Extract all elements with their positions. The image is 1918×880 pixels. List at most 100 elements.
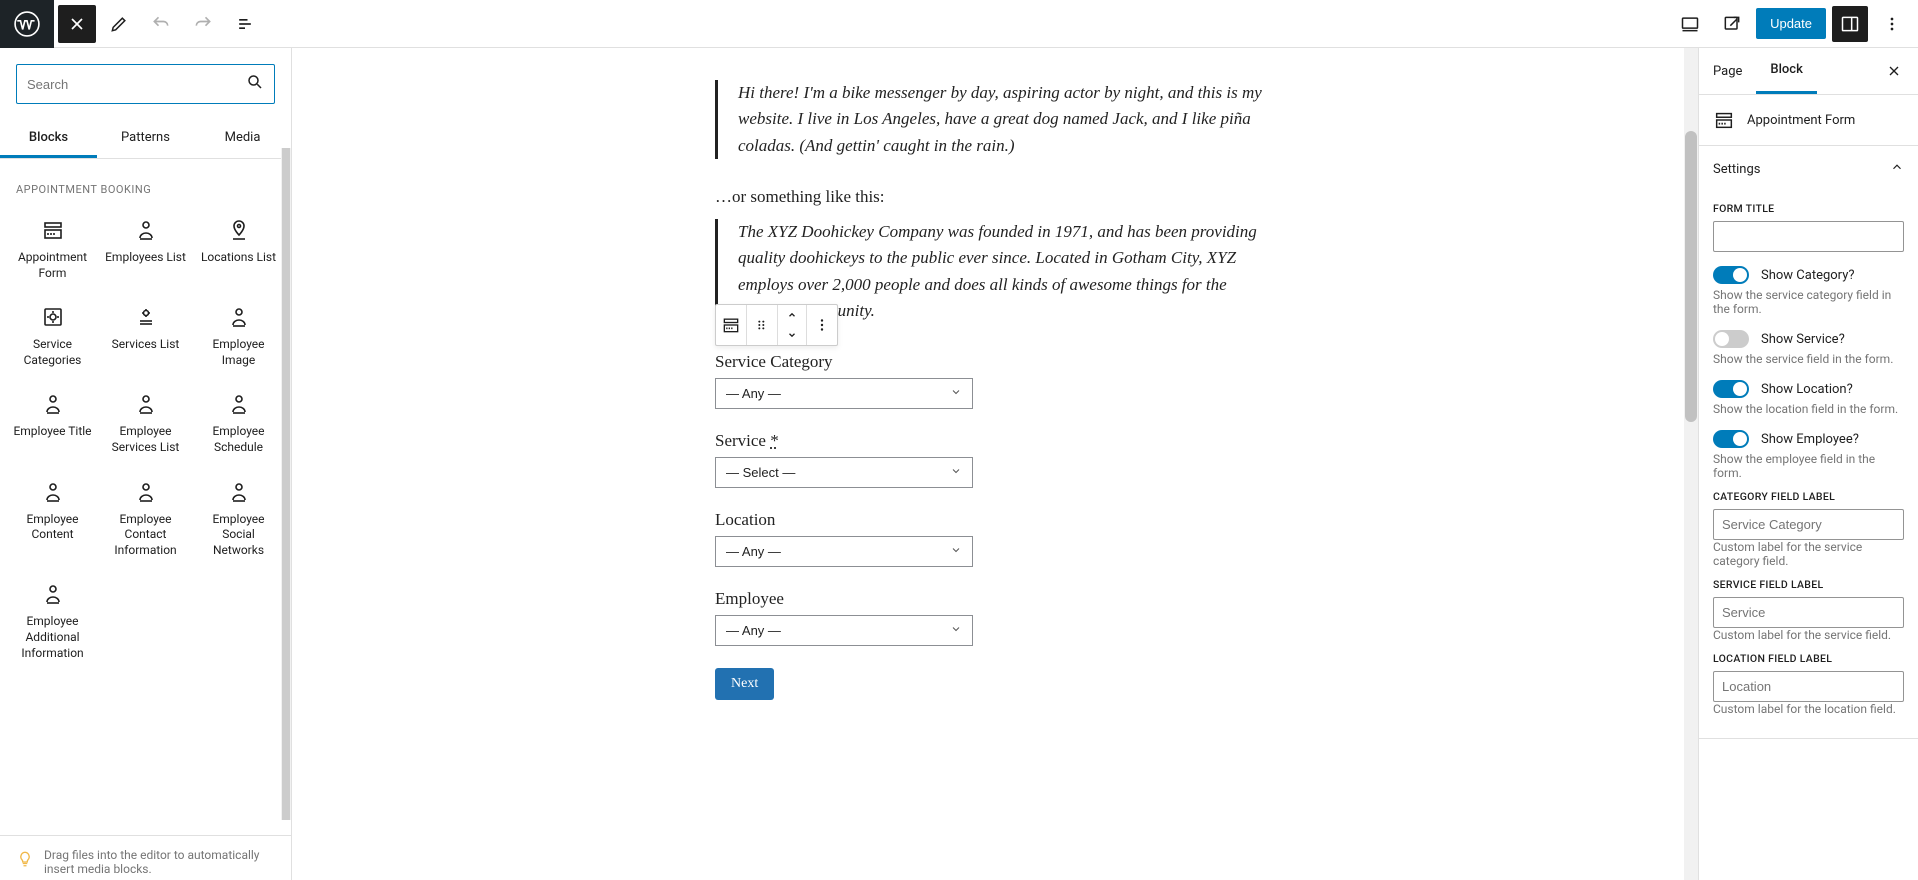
block-type-button[interactable]	[716, 305, 746, 345]
sidebar-tab-page[interactable]: Page	[1699, 50, 1756, 93]
category-field-label-help: Custom label for the service category fi…	[1713, 540, 1904, 568]
block-more-button[interactable]	[807, 305, 837, 345]
or-line[interactable]: …or something like this:	[715, 187, 1275, 207]
toggle-show-category-label: Show Category?	[1761, 268, 1855, 283]
toggle-show-employee[interactable]	[1713, 430, 1749, 448]
toggle-show-location[interactable]	[1713, 380, 1749, 398]
sidebar-close-button[interactable]	[1878, 55, 1910, 87]
block-item-service-categories[interactable]: Service Categories	[8, 295, 97, 378]
edit-mode-button[interactable]	[100, 5, 138, 43]
toggle-show-employee-help: Show the employee field in the form.	[1713, 452, 1904, 480]
chevron-up-icon	[1890, 160, 1904, 178]
form-title-label: FORM TITLE	[1713, 202, 1904, 215]
block-icon	[227, 480, 251, 504]
block-item-employee-services-list[interactable]: Employee Services List	[101, 382, 190, 465]
tab-media[interactable]: Media	[194, 120, 291, 158]
move-down-button[interactable]	[778, 325, 806, 345]
block-item-employees-list[interactable]: Employees List	[101, 208, 190, 291]
topbar: Update	[0, 0, 1918, 48]
canvas-scrollbar[interactable]	[1684, 48, 1698, 880]
label-location: Location	[715, 510, 1275, 530]
block-icon	[41, 480, 65, 504]
toggle-show-service-help: Show the service field in the form.	[1713, 352, 1904, 366]
toggle-show-employee-label: Show Employee?	[1761, 432, 1859, 447]
scroll-thumb[interactable]	[282, 156, 290, 812]
inserter-panel: Blocks Patterns Media APPOINTMENT BOOKIN…	[0, 48, 292, 880]
tab-blocks[interactable]: Blocks	[0, 120, 97, 158]
drag-handle-button[interactable]	[747, 305, 777, 345]
form-title-input[interactable]	[1713, 221, 1904, 252]
topbar-right: Update	[1672, 6, 1910, 42]
select-service[interactable]: — Select —	[715, 457, 973, 488]
service-field-label-heading: SERVICE FIELD LABEL	[1713, 578, 1904, 591]
quote-1[interactable]: Hi there! I'm a bike messenger by day, a…	[715, 80, 1275, 159]
move-up-button[interactable]	[778, 305, 806, 325]
block-item-label: Employee Services List	[105, 424, 186, 455]
block-item-employee-title[interactable]: Employee Title	[8, 382, 97, 465]
redo-button[interactable]	[184, 5, 222, 43]
block-item-employee-social-networks[interactable]: Employee Social Networks	[194, 470, 283, 569]
close-inserter-button[interactable]	[58, 5, 96, 43]
block-search-input[interactable]	[16, 64, 275, 104]
inserter-section-title: APPOINTMENT BOOKING	[0, 175, 291, 208]
update-button[interactable]: Update	[1756, 8, 1826, 39]
category-field-label-heading: CATEGORY FIELD LABEL	[1713, 490, 1904, 503]
block-item-label: Service Categories	[12, 337, 93, 368]
block-icon	[227, 305, 251, 329]
location-field-label-help: Custom label for the location field.	[1713, 702, 1904, 716]
block-item-services-list[interactable]: Services List	[101, 295, 190, 378]
more-options-button[interactable]	[1874, 6, 1910, 42]
next-button[interactable]: Next	[715, 668, 774, 700]
preview-button[interactable]	[1714, 6, 1750, 42]
block-item-label: Employee Title	[13, 424, 91, 440]
settings-panel-toggle[interactable]	[1832, 6, 1868, 42]
block-icon	[41, 305, 65, 329]
block-icon	[134, 305, 158, 329]
inserter-scrollbar[interactable]	[281, 148, 291, 820]
block-item-label: Employee Schedule	[198, 424, 279, 455]
block-item-employee-image[interactable]: Employee Image	[194, 295, 283, 378]
undo-button[interactable]	[142, 5, 180, 43]
block-item-label: Employees List	[105, 250, 186, 266]
lightbulb-icon	[16, 850, 34, 868]
block-item-employee-additional-information[interactable]: Employee Additional Information	[8, 572, 97, 671]
select-employee[interactable]: — Any —	[715, 615, 973, 646]
label-employee: Employee	[715, 589, 1275, 609]
block-icon	[227, 218, 251, 242]
block-icon	[134, 392, 158, 416]
category-field-label-input[interactable]	[1713, 509, 1904, 540]
block-item-employee-contact-information[interactable]: Employee Contact Information	[101, 470, 190, 569]
sidebar-tabs: Page Block	[1699, 48, 1918, 95]
block-item-employee-content[interactable]: Employee Content	[8, 470, 97, 569]
scroll-up-icon[interactable]	[282, 148, 290, 156]
editor-canvas[interactable]: Hi there! I'm a bike messenger by day, a…	[292, 48, 1698, 880]
block-item-employee-schedule[interactable]: Employee Schedule	[194, 382, 283, 465]
block-item-locations-list[interactable]: Locations List	[194, 208, 283, 291]
scroll-down-icon[interactable]	[282, 812, 290, 820]
toggle-show-category[interactable]	[1713, 266, 1749, 284]
block-item-label: Appointment Form	[12, 250, 93, 281]
tab-patterns[interactable]: Patterns	[97, 120, 194, 158]
settings-panel-header[interactable]: Settings	[1699, 146, 1918, 192]
block-icon	[134, 218, 158, 242]
toggle-show-category-help: Show the service category field in the f…	[1713, 288, 1904, 316]
view-button[interactable]	[1672, 6, 1708, 42]
label-service: Service *	[715, 431, 1275, 451]
search-icon	[246, 73, 264, 95]
chevron-down-icon	[950, 544, 962, 559]
sidebar-tab-block[interactable]: Block	[1756, 48, 1816, 94]
service-field-label-input[interactable]	[1713, 597, 1904, 628]
wp-logo[interactable]	[0, 0, 54, 48]
canvas-scroll-thumb[interactable]	[1685, 131, 1697, 422]
block-item-appointment-form[interactable]: Appointment Form	[8, 208, 97, 291]
location-field-label-input[interactable]	[1713, 671, 1904, 702]
document-overview-button[interactable]	[226, 5, 264, 43]
inserter-tabs: Blocks Patterns Media	[0, 120, 291, 159]
sidebar-block-header: Appointment Form	[1699, 95, 1918, 146]
toggle-show-service[interactable]	[1713, 330, 1749, 348]
inserter-tip: Drag files into the editor to automatica…	[0, 835, 291, 880]
settings-sidebar: Page Block Appointment Form Settings FOR…	[1698, 48, 1918, 880]
select-service-category[interactable]: — Any —	[715, 378, 973, 409]
toggle-show-location-label: Show Location?	[1761, 382, 1853, 397]
select-location[interactable]: — Any —	[715, 536, 973, 567]
